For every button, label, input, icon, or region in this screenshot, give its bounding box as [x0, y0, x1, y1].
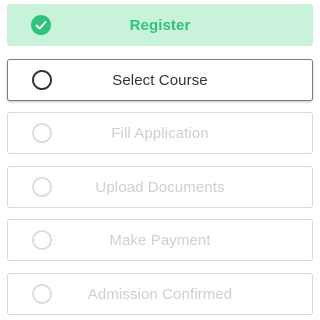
- check-icon: [31, 15, 51, 35]
- step-label: Make Payment: [109, 231, 211, 249]
- radio-circle-icon: [32, 177, 52, 197]
- radio-circle-icon: [32, 123, 52, 143]
- radio-circle-icon: [32, 230, 52, 250]
- step-label: Select Course: [112, 71, 208, 89]
- step-label: Fill Application: [111, 124, 209, 142]
- admission-steps-list: Register Select Course Fill Application …: [0, 0, 320, 320]
- step-make-payment[interactable]: Make Payment: [7, 219, 313, 261]
- step-label: Register: [129, 16, 191, 34]
- step-label: Upload Documents: [95, 178, 225, 196]
- radio-circle-icon: [32, 70, 52, 90]
- step-fill-application[interactable]: Fill Application: [7, 112, 313, 154]
- step-upload-documents[interactable]: Upload Documents: [7, 166, 313, 208]
- radio-circle-icon: [32, 284, 52, 304]
- step-admission-confirmed[interactable]: Admission Confirmed: [7, 273, 313, 315]
- step-label: Admission Confirmed: [87, 285, 233, 303]
- step-select-course[interactable]: Select Course: [7, 59, 313, 101]
- step-register[interactable]: Register: [7, 4, 313, 46]
